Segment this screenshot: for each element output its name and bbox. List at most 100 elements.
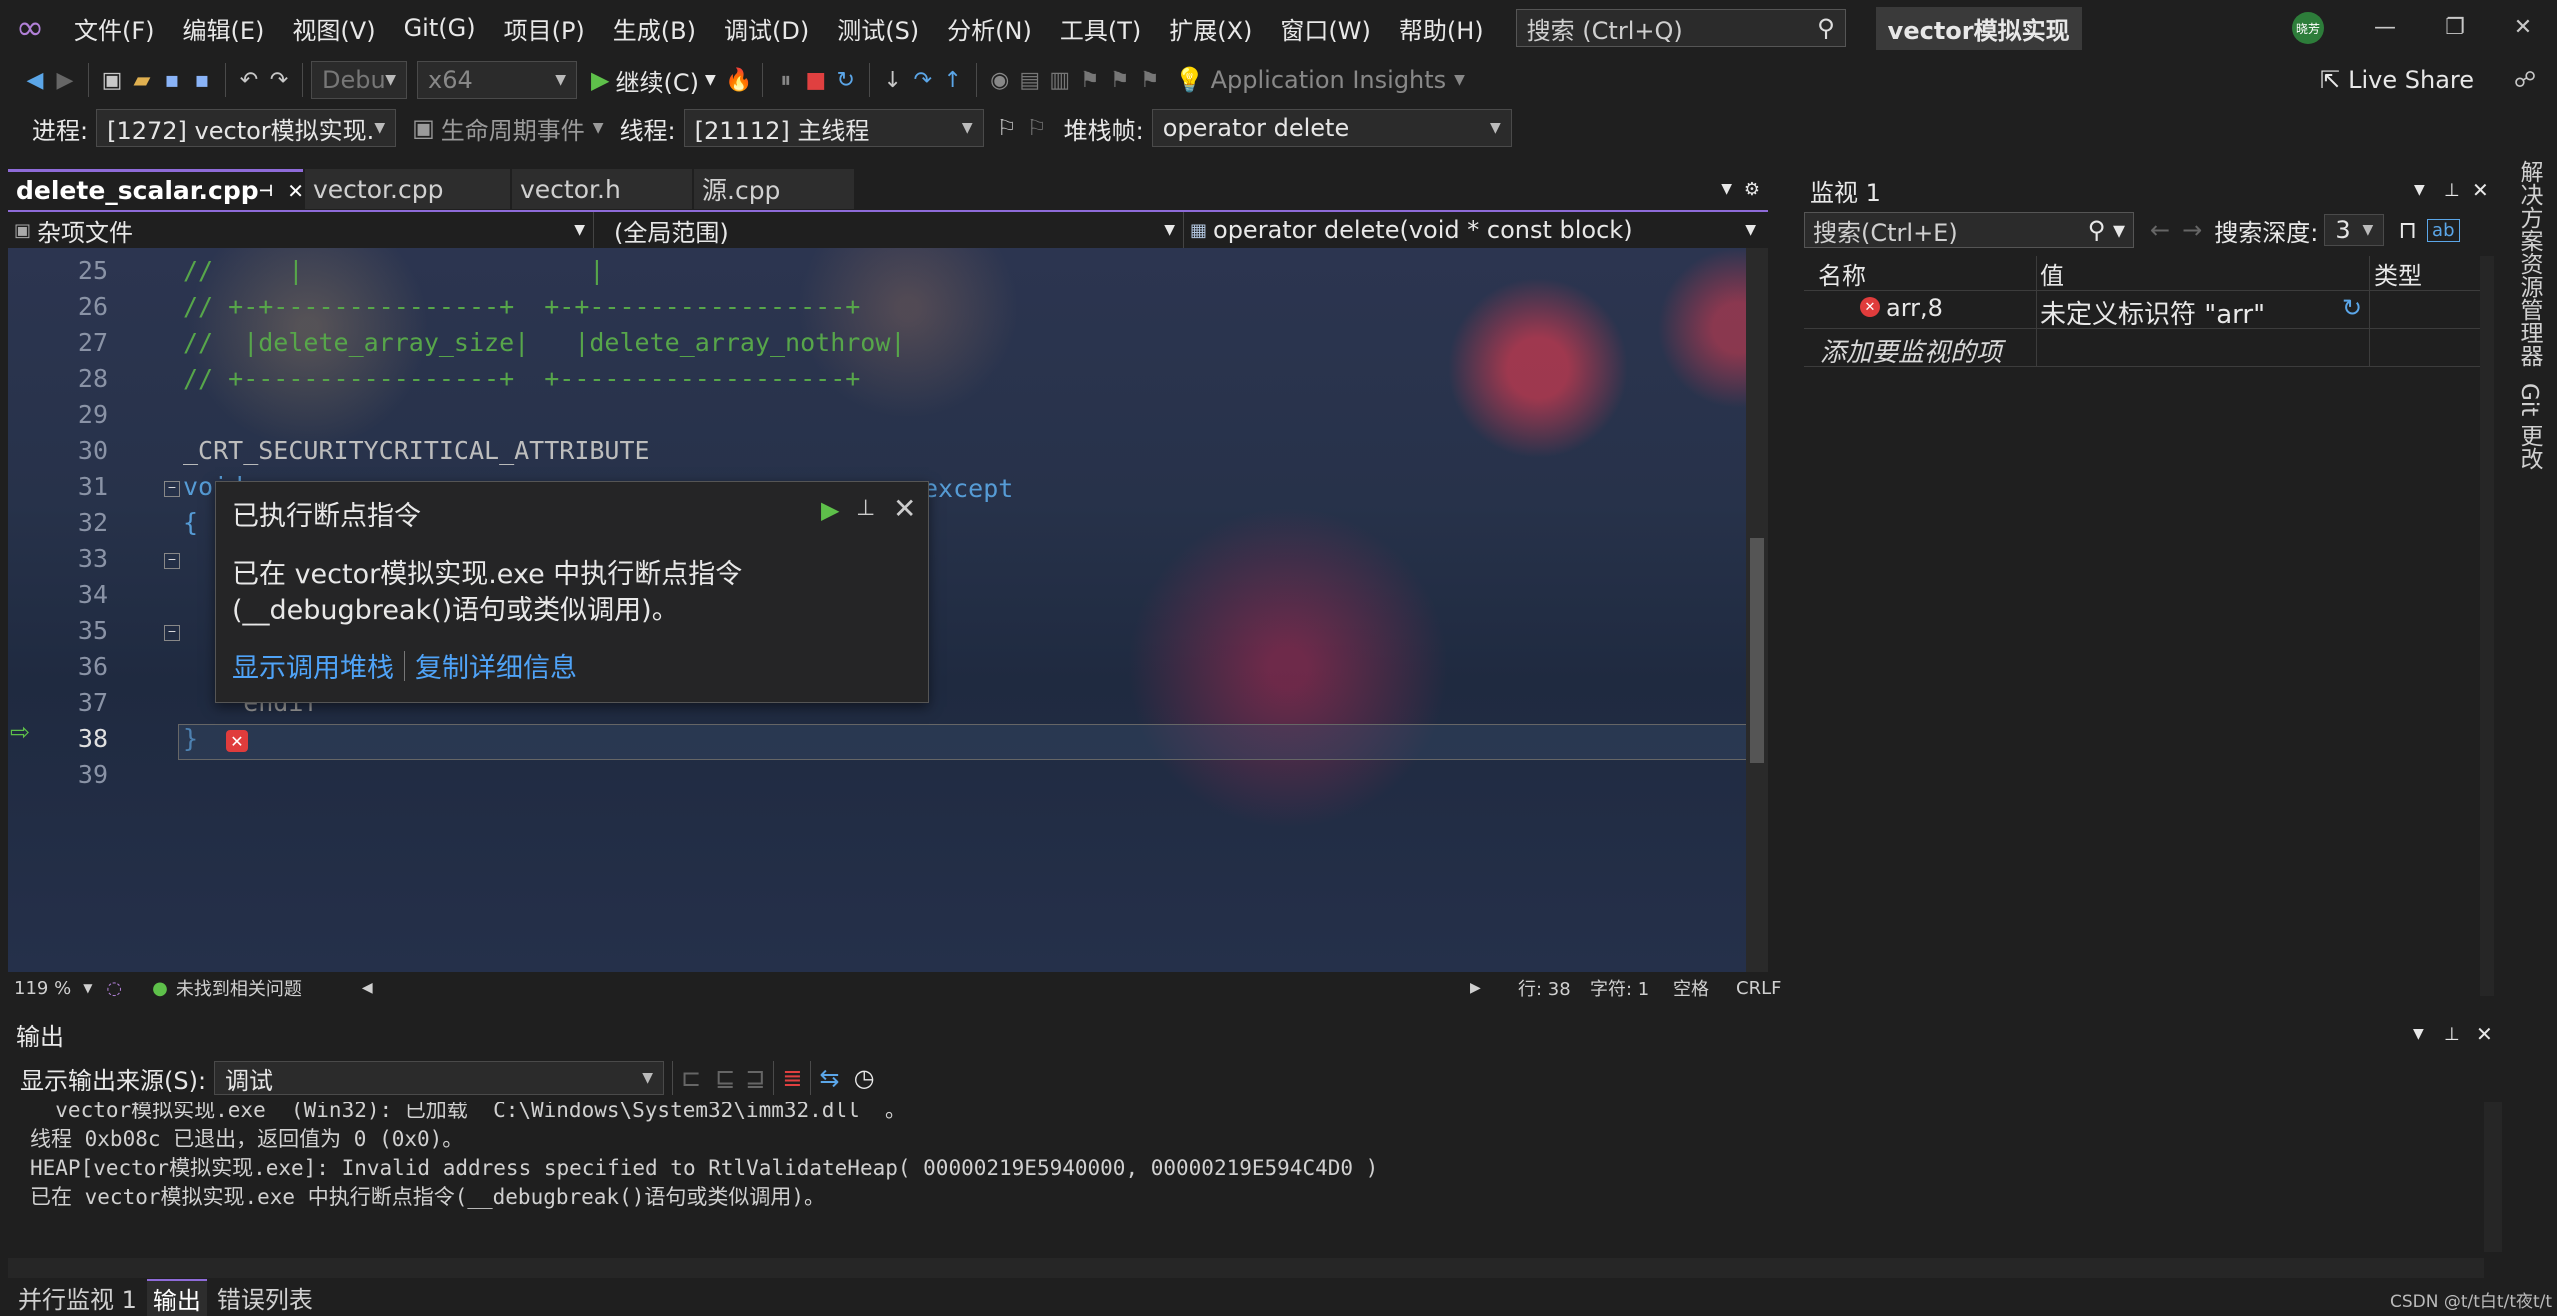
panel-close-icon[interactable]: ✕ [2476, 1022, 2493, 1046]
copy-details-link[interactable]: 复制详细信息 [415, 646, 577, 685]
menu-item-11[interactable]: 窗口(W) [1266, 0, 1384, 56]
bookmark-icon[interactable]: ⚑ [1075, 65, 1105, 95]
menu-item-7[interactable]: 测试(S) [823, 0, 933, 56]
project-dropdown[interactable]: ▣ 杂项文件 ▼ [8, 212, 594, 248]
live-share-button[interactable]: ⇱ Live Share [2320, 66, 2474, 94]
step-out-icon[interactable]: ↑ [938, 65, 968, 95]
prev-message-icon[interactable]: ⊑ [715, 1064, 735, 1092]
panel-pin-icon[interactable]: ⊥ [2444, 1024, 2460, 1045]
new-project-icon[interactable]: ▣ [97, 65, 127, 95]
minimize-icon[interactable]: — [2370, 12, 2400, 42]
indent-mode[interactable]: 空格 [1673, 975, 1709, 1001]
tab-delete-scalar[interactable]: delete_scalar.cpp ⊣ ✕ [8, 169, 304, 209]
watch-col-divider[interactable] [2036, 256, 2037, 366]
save-all-icon[interactable]: ▪ [187, 65, 217, 95]
menu-item-8[interactable]: 分析(N) [933, 0, 1046, 56]
watch-search-input[interactable]: 搜索(Ctrl+E) [1813, 213, 1958, 248]
uncomment-icon[interactable]: ▥ [1045, 65, 1075, 95]
filter-icon[interactable]: ⊓ [2398, 216, 2417, 244]
process-dropdown[interactable]: [1272] vector模拟实现.e ▼ [96, 109, 397, 147]
output-source-dropdown[interactable]: 调试 ▼ [214, 1061, 665, 1095]
search-icon[interactable]: ⚲ ▾ [2088, 216, 2125, 244]
clear-all-icon[interactable]: ≣ [782, 1064, 802, 1092]
collapse-icon[interactable]: − [164, 553, 180, 569]
menu-item-2[interactable]: 视图(V) [278, 0, 389, 56]
comment-icon[interactable]: ▤ [1015, 65, 1045, 95]
hot-reload-icon[interactable]: 🔥 [724, 65, 754, 95]
menu-item-6[interactable]: 调试(D) [710, 0, 823, 56]
panel-dropdown-icon[interactable]: ▼ [2414, 182, 2425, 198]
forward-icon[interactable]: → [2182, 216, 2202, 244]
pin-icon[interactable]: ⊥ [856, 496, 875, 521]
menu-item-4[interactable]: 项目(P) [490, 0, 599, 56]
tab-source-cpp[interactable]: 源.cpp [694, 169, 854, 209]
tab-error-list[interactable]: 错误列表 [207, 1280, 323, 1315]
restore-icon[interactable]: ❐ [2440, 12, 2470, 42]
step-over-icon[interactable]: ↷ [908, 65, 938, 95]
pause-icon[interactable]: ⏸ [771, 65, 801, 95]
menu-item-10[interactable]: 扩展(X) [1155, 0, 1266, 56]
collapse-icon[interactable]: − [164, 625, 180, 641]
undo-icon[interactable]: ↶ [234, 65, 264, 95]
open-folder-icon[interactable]: ▰ [127, 65, 157, 95]
scope-dropdown[interactable]: (全局范围) ▼ [594, 212, 1184, 248]
continue-button[interactable]: ▶ 继续(C) ▼ [591, 63, 716, 98]
panel-pin-icon[interactable]: ⊥ [2444, 180, 2460, 201]
app-insights-button[interactable]: 💡 Application Insights ▼ [1175, 66, 1465, 94]
search-input[interactable]: 搜索 (Ctrl+Q) [1527, 11, 1683, 46]
refresh-icon[interactable]: ↻ [2342, 294, 2362, 322]
back-icon[interactable]: ← [2150, 216, 2170, 244]
search-depth-dropdown[interactable]: 3 ▼ [2324, 214, 2385, 246]
thread-dropdown[interactable]: [21112] 主线程 ▼ [683, 109, 984, 147]
menu-item-9[interactable]: 工具(T) [1046, 0, 1155, 56]
timestamp-icon[interactable]: ◷ [854, 1064, 875, 1092]
lifecycle-events-button[interactable]: ▣ 生命周期事件 ▼ [412, 111, 603, 146]
watch-row[interactable]: ✕ arr,8 未定义标识符 "arr" ↻ [1804, 290, 2484, 330]
bookmark-next-icon[interactable]: ⚑ [1135, 65, 1165, 95]
output-vertical-scrollbar[interactable] [2484, 1102, 2502, 1252]
settings-icon[interactable]: ⚙ [1744, 179, 1760, 200]
scroll-left-icon[interactable]: ◀ [362, 980, 373, 996]
menu-item-12[interactable]: 帮助(H) [1385, 0, 1498, 56]
search-icon[interactable]: ⚲ [1817, 14, 1835, 42]
tab-vector-h[interactable]: vector.h [512, 169, 692, 209]
breakpoint-icon[interactable]: ◉ [985, 65, 1015, 95]
redo-icon[interactable]: ↷ [264, 65, 294, 95]
menu-item-1[interactable]: 编辑(E) [169, 0, 279, 56]
member-dropdown[interactable]: ▦ operator delete(void * const block) ▼ [1184, 212, 1764, 248]
platform-dropdown[interactable]: x64 ▼ [417, 61, 577, 99]
bookmark-prev-icon[interactable]: ⚑ [1105, 65, 1135, 95]
git-changes-tab[interactable]: Git 更改 [2512, 383, 2546, 470]
menu-item-5[interactable]: 生成(B) [599, 0, 710, 56]
solution-explorer-tab[interactable]: 解决方案资源管理器 [2512, 160, 2546, 367]
panel-close-icon[interactable]: ✕ [2472, 178, 2489, 202]
panel-dropdown-icon[interactable]: ▼ [2413, 1026, 2424, 1042]
pin-icon[interactable]: ⊣ [259, 181, 274, 200]
next-message-icon[interactable]: ⊒ [745, 1064, 765, 1092]
search-box[interactable]: 搜索 (Ctrl+Q) ⚲ [1515, 9, 1846, 47]
config-dropdown[interactable]: Debug▼ [311, 61, 407, 99]
forward-icon[interactable]: ▶ [50, 65, 80, 95]
feedback-icon[interactable]: ☍ [2510, 65, 2540, 95]
tab-close-icon[interactable]: ✕ [287, 179, 304, 203]
menu-item-3[interactable]: Git(G) [390, 0, 490, 56]
watch-scrollbar[interactable] [2480, 256, 2494, 996]
menu-item-0[interactable]: 文件(F) [60, 0, 169, 56]
output-horizontal-scrollbar[interactable] [8, 1258, 2484, 1278]
watch-col-divider[interactable] [2369, 256, 2370, 366]
tab-overflow-icon[interactable]: ▼ [1721, 181, 1732, 197]
scrollbar-thumb[interactable] [1750, 538, 1764, 763]
word-wrap-icon[interactable]: ⇆ [819, 1064, 839, 1092]
watch-search-box[interactable]: 搜索(Ctrl+E) ⚲ ▾ [1804, 212, 2134, 248]
editor-vertical-scrollbar[interactable] [1746, 248, 1768, 972]
popup-close-icon[interactable]: ✕ [893, 492, 916, 525]
stop-icon[interactable]: ■ [801, 65, 831, 95]
show-call-stack-link[interactable]: 显示调用堆栈 [232, 646, 394, 685]
collapse-icon[interactable]: − [164, 481, 180, 497]
avatar[interactable]: 晓芳 [2292, 12, 2324, 44]
tab-output[interactable]: 输出 [146, 1278, 207, 1316]
continue-icon[interactable]: ▶ [821, 496, 839, 524]
issues-status[interactable]: 未找到相关问题 [176, 975, 302, 1001]
output-text[interactable]: vector模拟实现.exe (Win32): 已加载 C:\Windows\S… [8, 1102, 2478, 1262]
scroll-right-icon[interactable]: ▶ [1470, 980, 1481, 996]
